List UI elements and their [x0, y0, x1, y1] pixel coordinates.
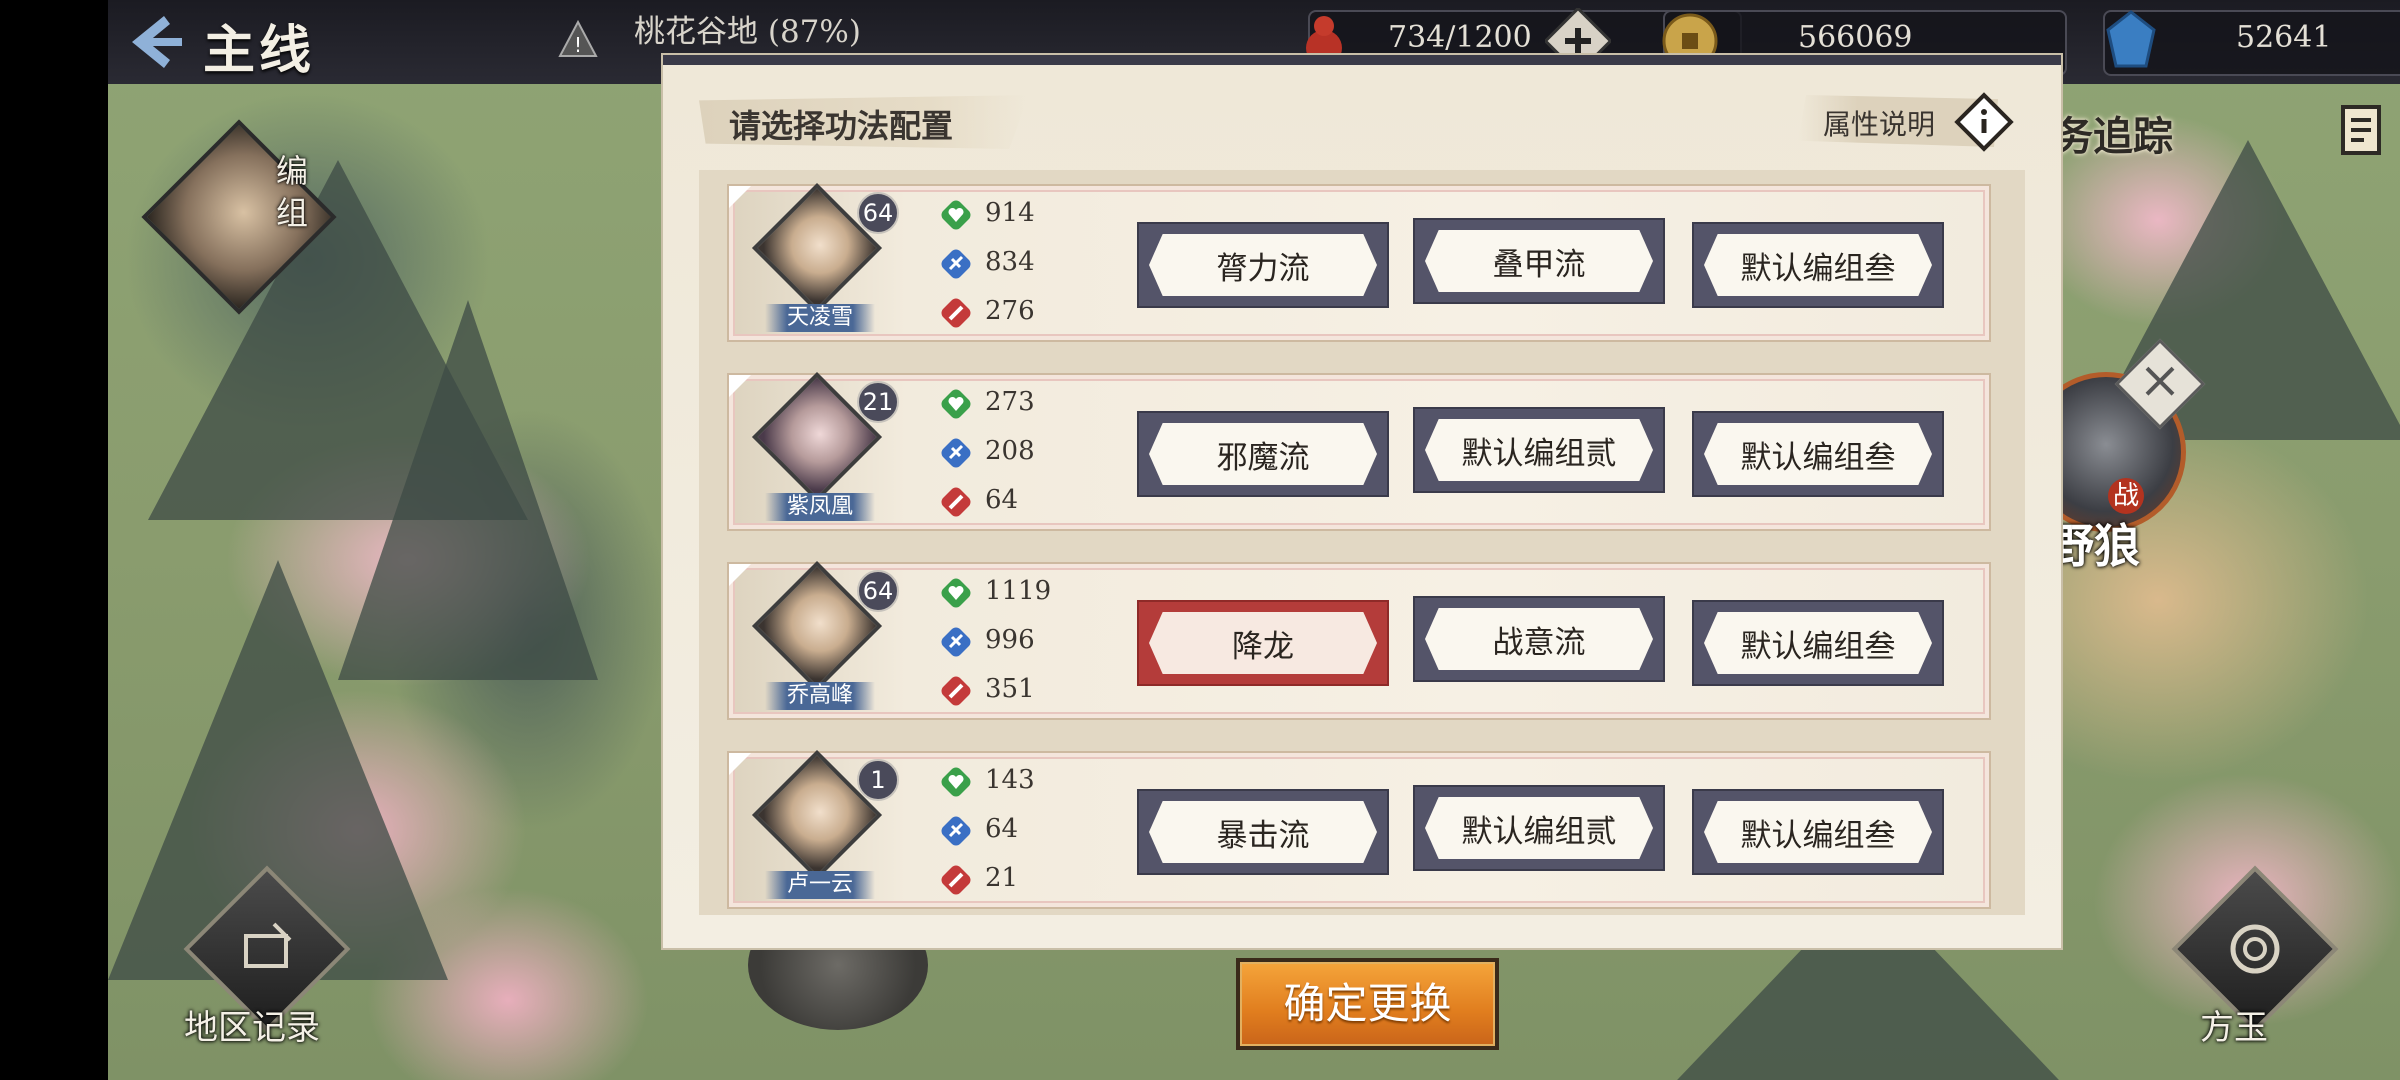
skill-config-dialog: 请选择功法配置 属性说明 64 天凌雪 914 834 276 膂力流 叠甲流 — [663, 55, 2061, 948]
character-name: 紫凤凰 — [765, 493, 875, 521]
jade-swirl-icon — [2230, 924, 2280, 974]
enemy-name: 野狼 — [2048, 519, 2140, 573]
fangyu-label[interactable]: 方玉 — [2200, 1000, 2268, 1049]
battle-tag: 战 — [2108, 478, 2144, 514]
defense-value: 996 — [985, 625, 1035, 655]
attack-value: 21 — [985, 863, 1019, 893]
defense-icon — [941, 627, 971, 657]
character-row: 64 天凌雪 914 834 276 膂力流 叠甲流 默认编组叁 — [727, 182, 1991, 342]
hp-heart-icon — [941, 767, 971, 797]
character-list[interactable]: 64 天凌雪 914 834 276 膂力流 叠甲流 默认编组叁 21 紫凤凰 … — [699, 170, 2025, 915]
page-title: 主线 — [203, 20, 316, 81]
gems-value: 52641 — [2236, 20, 2332, 55]
character-name: 卢一云 — [765, 871, 875, 899]
defense-icon — [941, 438, 971, 468]
hp-heart-icon — [941, 389, 971, 419]
defense-icon — [941, 816, 971, 846]
attack-value: 351 — [985, 674, 1035, 704]
info-icon[interactable] — [1953, 91, 2015, 153]
character-row: 1 卢一云 143 64 21 暴击流 默认编组贰 默认编组叁 — [727, 749, 1991, 909]
skill-option-button[interactable]: 默认编组贰 — [1413, 407, 1665, 493]
game-map: 主线 ! 桃花谷地 (87%) 734/1200 566069 52641 编组 — [108, 0, 2400, 1080]
location-icon: ! — [558, 19, 598, 57]
defense-value: 208 — [985, 436, 1035, 466]
skill-option-button[interactable]: 默认编组叁 — [1692, 600, 1944, 686]
character-name: 天凌雪 — [765, 304, 875, 332]
hp-value: 143 — [985, 765, 1035, 795]
level-badge: 21 — [857, 381, 899, 423]
hp-heart-icon — [941, 200, 971, 230]
character-name: 乔高峰 — [765, 682, 875, 710]
attack-sword-icon — [941, 298, 971, 328]
level-badge: 64 — [857, 570, 899, 612]
hp-value: 914 — [985, 198, 1035, 228]
skill-option-button[interactable]: 默认编组叁 — [1692, 789, 1944, 875]
dialog-title: 请选择功法配置 — [729, 107, 954, 145]
attack-sword-icon — [941, 865, 971, 895]
hp-value: 273 — [985, 387, 1035, 417]
svg-text:!: ! — [574, 33, 582, 57]
skill-option-button[interactable]: 膂力流 — [1137, 222, 1389, 308]
hp-value: 1119 — [985, 576, 1052, 606]
skill-option-button[interactable]: 战意流 — [1413, 596, 1665, 682]
defense-icon — [941, 249, 971, 279]
attack-value: 64 — [985, 485, 1019, 515]
defense-value: 834 — [985, 247, 1035, 277]
defense-value: 64 — [985, 814, 1019, 844]
attack-sword-icon — [941, 487, 971, 517]
gem-icon — [2106, 10, 2156, 68]
scroll-quill-icon — [244, 922, 292, 968]
character-row: 21 紫凤凰 273 208 64 邪魔流 默认编组贰 默认编组叁 — [727, 371, 1991, 531]
confirm-change-button[interactable]: 确定更换 — [1236, 958, 1499, 1050]
hp-heart-icon — [941, 578, 971, 608]
coins-value: 566069 — [1798, 20, 1913, 55]
skill-option-button-selected[interactable]: 降龙 — [1137, 600, 1389, 686]
back-arrow-icon[interactable] — [118, 10, 188, 74]
attr-help-label[interactable]: 属性说明 — [1823, 103, 1935, 143]
skill-option-button[interactable]: 默认编组叁 — [1692, 411, 1944, 497]
region-record-label[interactable]: 地区记录 — [184, 1000, 320, 1049]
team-label[interactable]: 编组 — [276, 150, 316, 234]
skill-option-button[interactable]: 默认编组叁 — [1692, 222, 1944, 308]
level-badge: 64 — [857, 192, 899, 234]
skill-option-button[interactable]: 叠甲流 — [1413, 218, 1665, 304]
attack-sword-icon — [941, 676, 971, 706]
level-badge: 1 — [857, 759, 899, 801]
stamina-value: 734/1200 — [1388, 20, 1532, 55]
document-icon[interactable] — [2340, 104, 2386, 158]
location-progress: 桃花谷地 (87%) — [634, 14, 861, 50]
skill-option-button[interactable]: 邪魔流 — [1137, 411, 1389, 497]
skill-option-button[interactable]: 默认编组贰 — [1413, 785, 1665, 871]
character-row: 64 乔高峰 1119 996 351 降龙 战意流 默认编组叁 — [727, 560, 1991, 720]
attack-value: 276 — [985, 296, 1035, 326]
skill-option-button[interactable]: 暴击流 — [1137, 789, 1389, 875]
